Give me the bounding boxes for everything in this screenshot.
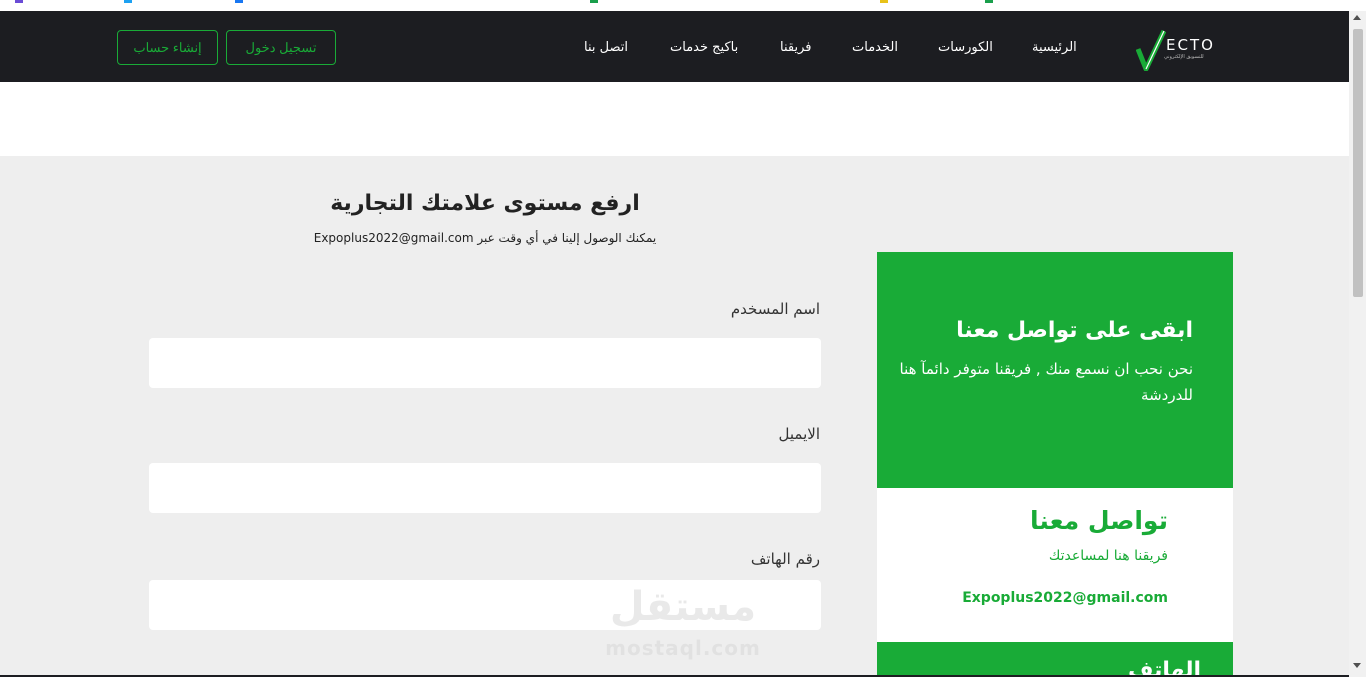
contact-email-link[interactable]: Expoplus2022@gmail.com [962,590,1168,606]
scroll-down-icon[interactable] [1353,663,1361,668]
watermark-latin: mostaql.com [605,636,761,660]
scroll-up-icon[interactable] [1353,15,1361,20]
nav-link-home[interactable]: الرئيسية [1032,40,1077,55]
page-scrollbar[interactable] [1349,11,1366,677]
phone-card: الهاتف [877,642,1233,677]
logo-text: ECTO [1166,36,1215,54]
browser-top-strip [0,0,1349,11]
form-title: ارفع مستوى علامتك التجارية [330,191,640,216]
nav-link-courses[interactable]: الكورسات [938,40,993,55]
nav-link-services[interactable]: الخدمات [852,40,898,55]
site-navbar: ECTO للتسويق الإلكتروني الرئيسية الكورسا… [0,11,1349,82]
spacer-band [0,82,1349,156]
nav-link-contact[interactable]: اتصل بنا [584,40,628,55]
contact-info-subtitle: فريقنا هنا لمساعدتك [1048,548,1168,564]
contact-info-title: تواصل معنا [1030,506,1168,535]
phone-label: رقم الهاتف [750,550,820,568]
signup-button[interactable]: إنشاء حساب [117,30,218,65]
email-label: الايميل [778,425,820,443]
stay-in-touch-card: ابقى على تواصل معنا نحن نحب ان نسمع منك … [877,252,1233,488]
mostaql-watermark: مستقل mostaql.com [598,584,768,664]
logo[interactable]: ECTO للتسويق الإلكتروني [1135,29,1220,72]
contact-info-card: تواصل معنا فريقنا هنا لمساعدتك Expoplus2… [877,488,1233,642]
stay-in-touch-title: ابقى على تواصل معنا [956,318,1193,343]
username-input[interactable] [149,338,821,388]
scroll-thumb[interactable] [1353,29,1363,297]
email-input[interactable] [149,463,821,513]
logo-subtitle: للتسويق الإلكتروني [1164,54,1204,60]
username-label: اسم المسخدم [730,300,820,318]
logo-check-icon [1135,29,1167,72]
form-subtitle: يمكنك الوصول إلينا في أي وقت عبر Expoplu… [313,231,657,245]
stay-in-touch-text: نحن نحب ان نسمع منك , فريقنا متوفر دائمآ… [899,360,1193,404]
watermark-arabic: مستقل [609,584,757,630]
nav-link-team[interactable]: فريقنا [780,40,811,55]
login-button[interactable]: تسجيل دخول [226,30,336,65]
nav-link-packages[interactable]: باكيج خدمات [670,40,738,55]
